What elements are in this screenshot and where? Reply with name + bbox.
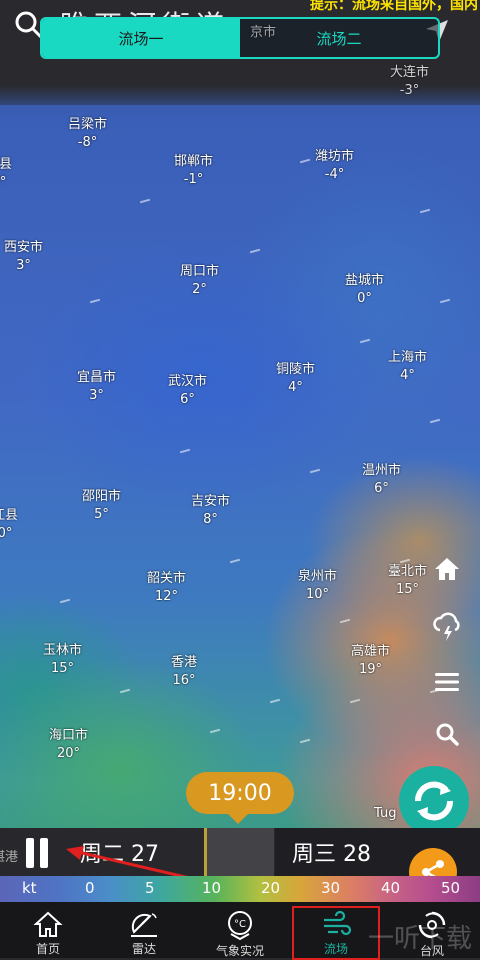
city-label: 盐城市 0°	[345, 273, 385, 306]
pause-icon	[26, 838, 34, 868]
thermometer-icon: °C	[228, 911, 252, 940]
scale-tick: 0	[85, 879, 95, 897]
scale-tick: 20	[261, 879, 281, 897]
city-label: Tug	[374, 806, 397, 821]
city-label: 铜陵市 4°	[276, 362, 316, 395]
home-icon	[33, 911, 63, 937]
city-label: 江县0°	[0, 508, 19, 541]
city-label: 京市	[250, 25, 277, 40]
scale-tick: 50	[441, 879, 461, 897]
storm-cloud-icon	[433, 612, 460, 641]
hint-text: 提示：流场来自国外，国内	[310, 0, 478, 13]
menu-button[interactable]	[430, 665, 464, 699]
city-label: 吉安市 8°	[191, 494, 231, 527]
city-label: 香港 16°	[171, 655, 198, 688]
scale-tick: 40	[381, 879, 401, 897]
scale-tick: 5	[145, 879, 155, 897]
radar-icon	[131, 913, 157, 937]
nav-label: 首页	[35, 942, 60, 956]
wind-speed-scale: kt 0 5 10 20 30 40 50	[0, 876, 480, 902]
nav-item-radar[interactable]: 雷达	[96, 902, 192, 958]
city-label: 臺北市 15°	[388, 564, 428, 597]
current-time-bubble[interactable]: 19:00	[186, 772, 294, 814]
city-label: 邵阳市 5°	[82, 489, 122, 522]
nav-item-home[interactable]: 首页	[0, 902, 96, 958]
city-label: 邯郸市 -1°	[174, 154, 214, 187]
city-label: 韶关市 12°	[147, 571, 187, 604]
nav-label: 气象实况	[215, 944, 264, 958]
city-label: 温州市 6°	[362, 463, 402, 496]
city-label: 西安市 3°	[4, 240, 44, 273]
map-search-button[interactable]	[430, 717, 464, 751]
scale-unit: kt	[22, 879, 37, 897]
search-icon	[436, 723, 459, 746]
nav-item-weather-live[interactable]: °C 气象实况	[192, 902, 288, 958]
home-icon	[435, 558, 459, 580]
scale-tick: 10	[202, 879, 222, 897]
city-label: 池县4°	[0, 157, 13, 190]
refresh-button[interactable]	[399, 766, 469, 836]
tab-flow-field-1[interactable]: 流场一	[42, 19, 240, 57]
city-label: 泉州市 10°	[298, 569, 338, 602]
home-location-button[interactable]	[430, 552, 464, 586]
watermark: 一听下载	[368, 924, 473, 954]
city-label: 上海市 4°	[388, 350, 428, 383]
city-label: 海口市 20°	[49, 728, 89, 761]
city-label: 宜昌市 3°	[77, 370, 117, 403]
city-label: 玉林市 15°	[43, 643, 83, 676]
annotation-highlight-box	[292, 906, 380, 960]
city-label: 吕梁市 -8°	[68, 117, 108, 150]
scale-tick: 30	[321, 879, 341, 897]
city-label: 周口市 2°	[180, 264, 220, 297]
pause-button[interactable]	[24, 838, 52, 868]
city-label: 武汉市 6°	[168, 374, 208, 407]
flow-field-tabs: 流场一 流场二	[40, 17, 440, 59]
menu-icon	[435, 673, 459, 691]
weather-layer-button[interactable]	[430, 610, 464, 644]
nav-label: 雷达	[131, 942, 156, 956]
city-label: 大连市 -3°	[390, 65, 430, 98]
city-label: 高雄市 19°	[351, 644, 391, 677]
time-bubble-pointer	[226, 812, 250, 824]
city-label: 潍坊市 -4°	[315, 149, 355, 182]
timeline-left-label: 湛港	[0, 850, 19, 865]
refresh-icon	[414, 781, 454, 821]
svg-text:°C: °C	[234, 919, 246, 930]
